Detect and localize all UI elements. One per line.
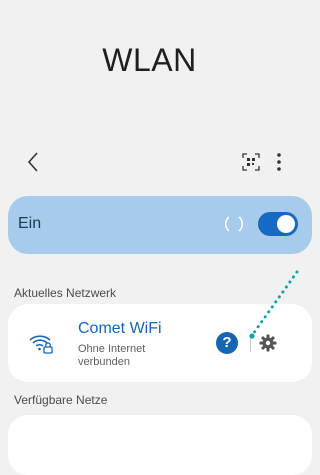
wifi-lock-icon xyxy=(29,335,53,354)
page-title: WLAN xyxy=(102,42,197,78)
wifi-switch[interactable] xyxy=(258,212,298,236)
toolbar xyxy=(0,145,299,179)
more-vertical-icon xyxy=(277,153,281,171)
network-settings-button[interactable] xyxy=(259,334,277,352)
switch-knob xyxy=(277,215,295,233)
scanning-indicator-icon xyxy=(224,216,244,232)
wifi-toggle-card[interactable]: Ein xyxy=(8,196,312,254)
network-name: Comet WiFi xyxy=(78,320,162,337)
qr-scan-button[interactable] xyxy=(242,153,260,171)
wifi-toggle-label: Ein xyxy=(18,215,42,232)
back-button[interactable] xyxy=(24,149,44,175)
help-icon: ? xyxy=(222,334,232,351)
current-network-card[interactable]: Comet WiFi Ohne Internet verbunden ? xyxy=(8,304,312,382)
available-networks-header: Verfügbare Netze xyxy=(14,393,108,407)
qr-code-icon xyxy=(242,153,260,171)
network-status: Ohne Internet verbunden xyxy=(78,343,146,368)
current-network-header: Aktuelles Netzwerk xyxy=(14,286,117,300)
gear-icon xyxy=(259,334,277,352)
more-options-button[interactable] xyxy=(272,150,286,174)
chevron-left-icon xyxy=(27,152,38,172)
divider xyxy=(250,334,251,352)
available-networks-card xyxy=(8,415,312,475)
help-button[interactable]: ? xyxy=(216,332,238,354)
